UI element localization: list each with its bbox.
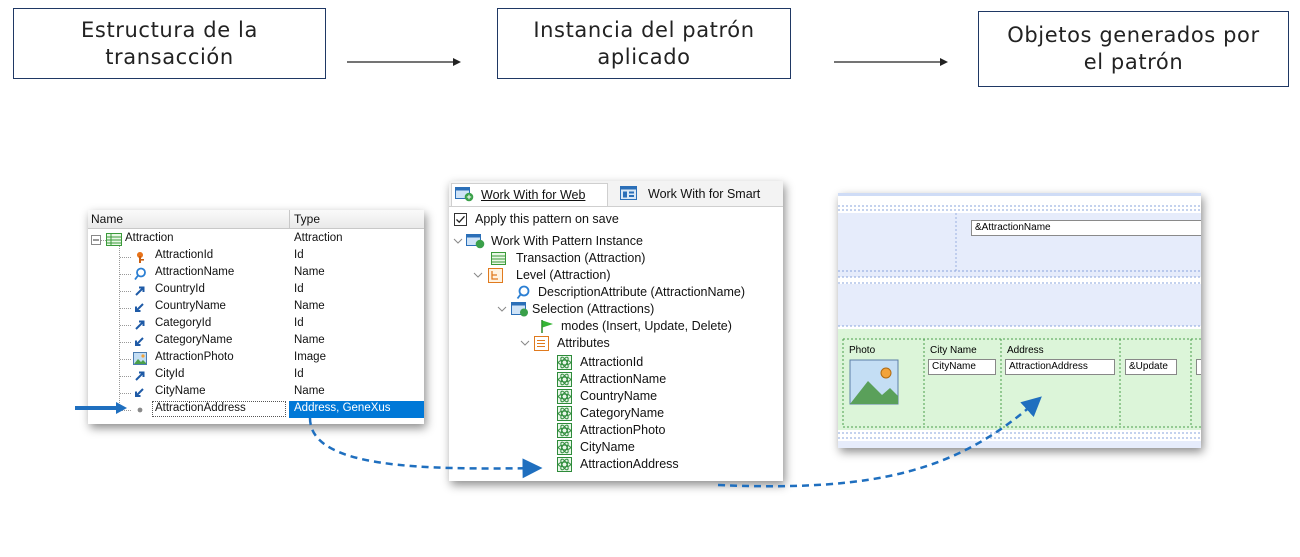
arrow-head-icon [116,402,127,414]
dashed-connector-2 [717,396,1042,488]
dashed-connector-1 [308,417,543,479]
connector-layer [75,396,1042,488]
